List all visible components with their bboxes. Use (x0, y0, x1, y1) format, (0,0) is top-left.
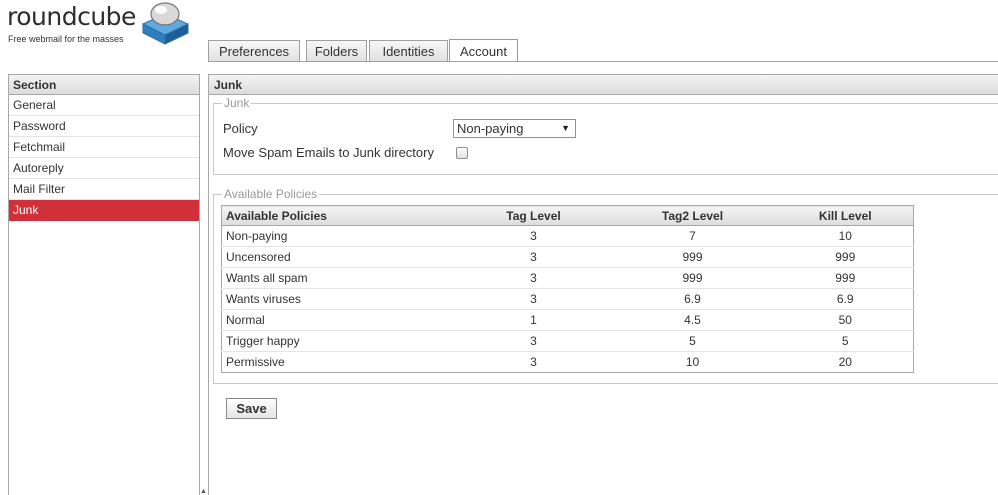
junk-settings-panel: Junk Junk Policy Non-paying ▼ Move Spam … (208, 74, 998, 495)
policy-name: Non-paying (221, 225, 460, 247)
move-spam-label: Move Spam Emails to Junk directory (223, 145, 434, 160)
policy-label: Policy (223, 121, 258, 136)
column-header-kill-level: Kill Level (777, 205, 914, 226)
tag2-level: 10 (685, 355, 700, 369)
tab-divider (208, 61, 998, 62)
tag2-level: 5 (607, 330, 778, 352)
splitter-handle[interactable]: ▲ (200, 488, 207, 495)
tag-level: 3 (459, 225, 608, 247)
sidebar-item-junk[interactable]: Junk (9, 200, 199, 221)
junk-legend: Junk (224, 96, 250, 110)
table-row: Permissive 3 10 20 (222, 352, 914, 373)
logo-tagline: Free webmail for the masses (8, 34, 124, 44)
logo-wordmark: roundcube (7, 2, 136, 31)
tag2-level: 999 (607, 246, 778, 268)
move-spam-checkbox[interactable] (456, 147, 468, 159)
roundcube-logo[interactable]: roundcube Free webmail for the masses (7, 2, 197, 46)
sidebar-item-autoreply[interactable]: Autoreply (9, 158, 199, 179)
policy-name: Permissive (226, 355, 285, 369)
kill-level: 10 (777, 225, 914, 247)
table-row: Trigger happy 3 5 5 (221, 330, 914, 352)
sidebar-item-password[interactable]: Password (9, 116, 199, 137)
cube-icon (141, 2, 190, 45)
policy-name: Normal (221, 309, 460, 331)
sidebar-item-mail-filter[interactable]: Mail Filter (9, 179, 199, 200)
tag-level: 1 (459, 309, 608, 331)
section-header: Section (9, 75, 199, 95)
policy-name: Wants all spam (221, 267, 460, 289)
tag2-level: 999 (607, 267, 778, 289)
sidebar-item-general[interactable]: General (9, 95, 199, 116)
tab-account[interactable]: Account (449, 39, 518, 62)
kill-level: 50 (777, 309, 914, 331)
kill-level: 6.9 (777, 288, 914, 310)
column-header-tag-level: Tag Level (459, 205, 608, 226)
policies-legend: Available Policies (224, 187, 318, 201)
tab-preferences[interactable]: Preferences (208, 40, 300, 62)
kill-level: 20 (838, 355, 852, 369)
tag-level: 3 (530, 355, 537, 369)
table-row: Non-paying 3 7 10 (221, 225, 914, 247)
tag-level: 3 (459, 246, 608, 268)
tag2-level: 4.5 (607, 309, 778, 331)
column-header-name: Available Policies (221, 205, 460, 226)
policy-name: Trigger happy (221, 330, 460, 352)
section-list: Section General Password Fetchmail Autor… (8, 74, 200, 495)
policy-select[interactable]: Non-paying ▼ (453, 119, 576, 138)
tab-identities[interactable]: Identities (369, 40, 448, 62)
policies-table: Available Policies Tag Level Tag2 Level … (221, 205, 914, 373)
save-button[interactable]: Save (226, 398, 277, 419)
kill-level: 999 (777, 267, 914, 289)
policy-select-value: Non-paying (457, 121, 524, 136)
kill-level: 999 (777, 246, 914, 268)
tag2-level: 7 (607, 225, 778, 247)
policy-name: Wants viruses (221, 288, 460, 310)
tag-level: 3 (459, 267, 608, 289)
dropdown-arrow-icon: ▼ (561, 123, 570, 133)
junk-fieldset: Junk (213, 96, 998, 175)
tag-level: 3 (459, 288, 608, 310)
column-header-tag2-level: Tag2 Level (607, 205, 778, 226)
table-row: Wants viruses 3 6.9 6.9 (221, 288, 914, 310)
table-row: Normal 1 4.5 50 (221, 309, 914, 331)
table-row: Wants all spam 3 999 999 (221, 267, 914, 289)
tag2-level: 6.9 (607, 288, 778, 310)
sidebar-item-fetchmail[interactable]: Fetchmail (9, 137, 199, 158)
policy-name: Uncensored (221, 246, 460, 268)
kill-level: 5 (777, 330, 914, 352)
table-row: Uncensored 3 999 999 (221, 246, 914, 268)
page-title: Junk (209, 75, 998, 95)
tag-level: 3 (459, 330, 608, 352)
table-header-row: Available Policies Tag Level Tag2 Level … (221, 205, 914, 226)
tab-folders[interactable]: Folders (306, 40, 367, 62)
